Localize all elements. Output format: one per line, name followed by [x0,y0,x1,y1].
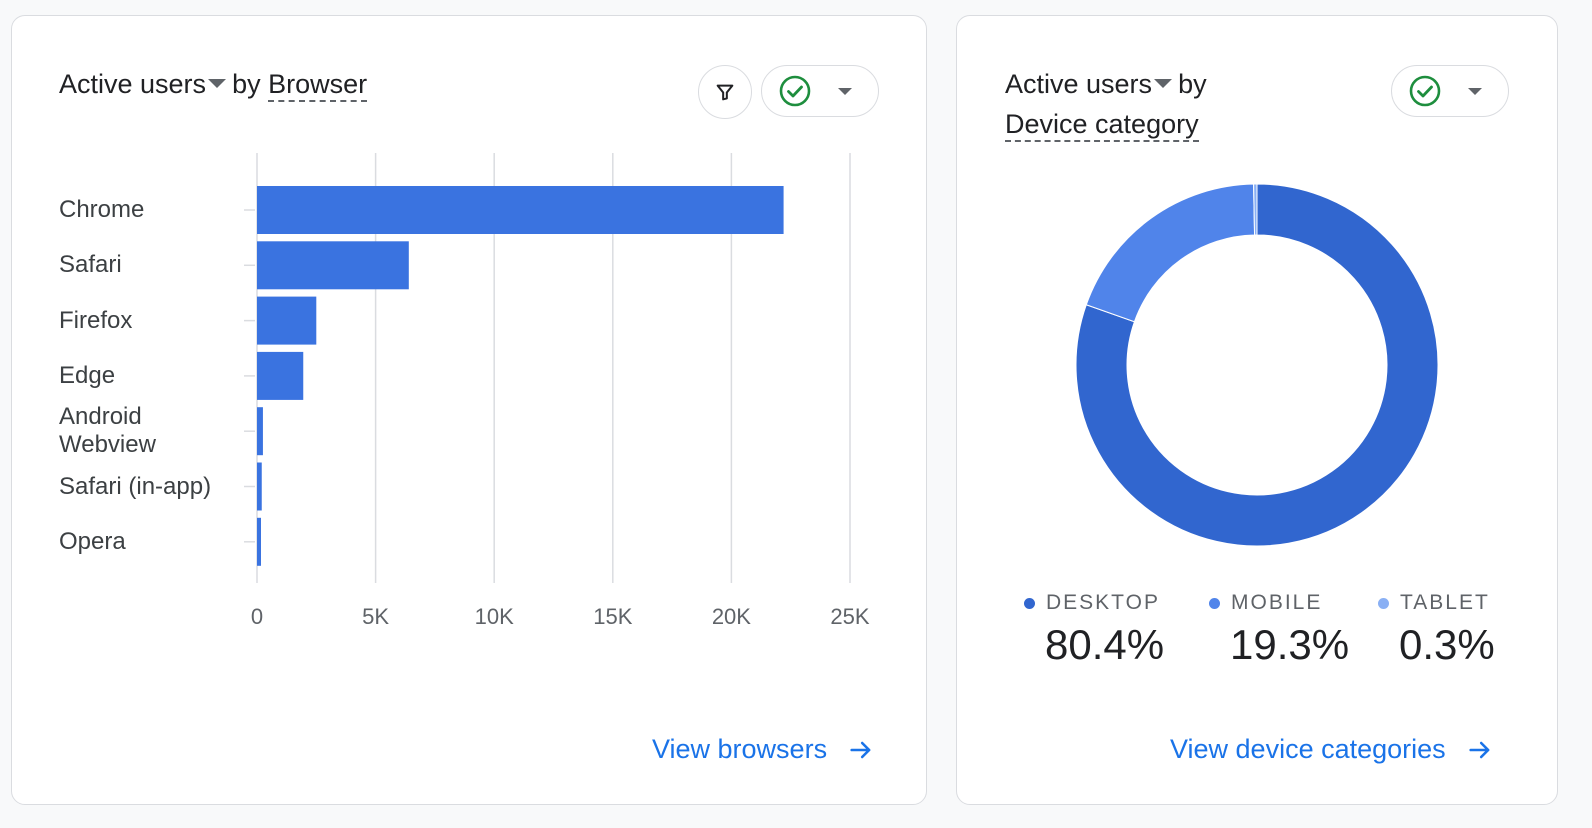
legend-name-text: TABLET [1400,591,1490,614]
metric-dropdown-icon[interactable] [1154,79,1173,89]
category-label: Android Webview [59,403,156,459]
by-label: by [1178,69,1207,99]
check-circle-icon [1409,75,1441,107]
category-label: Firefox [59,306,133,334]
chevron-down-icon [1468,87,1482,95]
view-device-categories-label: View device categories [1170,734,1446,764]
dimension-selector[interactable]: Device category [1005,108,1199,142]
view-browsers-link[interactable]: View browsers [652,734,875,765]
bar-safari[interactable] [257,241,409,290]
x-tick-label: 25K [830,604,870,629]
x-tick-label: 5K [362,604,390,629]
category-label: Chrome [59,196,145,223]
legend-name: MOBILE [1209,591,1349,615]
arrow-right-icon [1469,741,1490,758]
legend-name: TABLET [1378,591,1495,615]
legend-value: 80.4% [1045,621,1165,668]
donut-slice-tablet[interactable] [1253,183,1258,236]
arrow-right-icon [850,741,871,758]
category-label: Opera [59,527,126,555]
bar-firefox[interactable] [257,296,317,345]
legend-name-text: DESKTOP [1046,591,1160,614]
legend-name: DESKTOP [1024,591,1164,615]
legend-value: 19.3% [1230,621,1350,668]
metric-selector[interactable]: Active users [1005,64,1152,104]
device-card-title: Active users by Device category [1005,64,1207,144]
legend-item-mobile: MOBILE 19.3% [1209,591,1349,669]
bar-opera[interactable] [257,517,261,566]
compare-status-button[interactable] [1391,65,1509,117]
view-device-categories-link[interactable]: View device categories [1170,734,1494,765]
view-browsers-label: View browsers [652,734,828,764]
bar-chrome[interactable] [257,186,784,234]
legend-dot [1209,597,1220,609]
x-tick-label: 20K [711,604,751,629]
x-tick-label: 15K [593,604,633,629]
browser-card: Active users by Browser Chrome Safari Firef… [11,15,927,805]
x-tick-label: 0 [250,604,264,629]
x-tick-label: 10K [474,604,514,629]
bar-android-webview[interactable] [257,407,263,456]
category-label: Safari (in-app) [59,472,212,500]
bar-safari-in-app[interactable] [257,462,262,511]
legend-item-tablet: TABLET 0.3% [1378,591,1495,669]
category-label: Edge [59,361,116,389]
legend-dot [1378,597,1389,609]
legend-value: 0.3% [1399,621,1495,668]
legend-name-text: MOBILE [1231,591,1323,614]
browser-bar-chart [244,153,851,583]
category-label: Safari [59,251,122,279]
device-card: Active users by Device category DESKTOP 80… [956,15,1558,805]
legend-dot [1024,597,1035,609]
legend-item-desktop: DESKTOP 80.4% [1024,591,1164,669]
donut-slice-mobile[interactable] [1085,183,1256,323]
bar-edge[interactable] [257,351,304,400]
device-donut-chart [1075,183,1439,547]
